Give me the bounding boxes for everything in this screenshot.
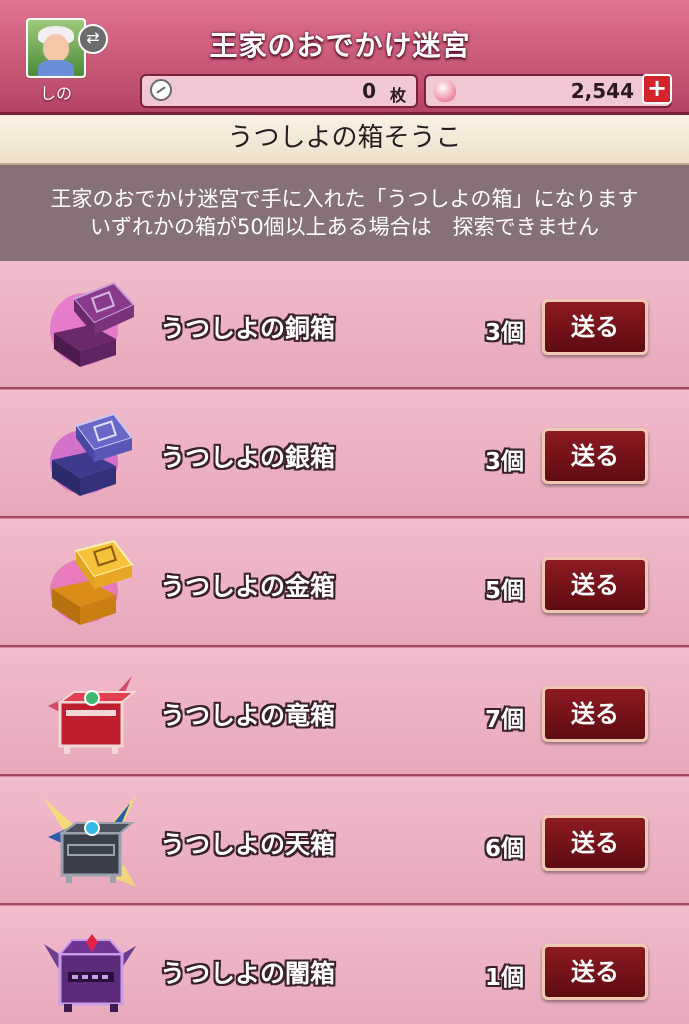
screen-title: 王家のおでかけ迷宮 xyxy=(209,29,471,62)
player-name: しの xyxy=(40,84,73,103)
list-item: うつしよの天箱 6個 送る xyxy=(0,777,689,905)
medal-counter: 0 枚 xyxy=(140,74,418,108)
list-item: うつしよの金箱 5個 送る xyxy=(0,519,689,647)
avatar-body xyxy=(38,60,74,76)
gem-value: 2,544 xyxy=(570,79,634,103)
copper-box-icon xyxy=(50,281,136,367)
send-button[interactable]: 送る xyxy=(542,815,648,871)
gold-box-icon xyxy=(50,539,134,625)
send-button[interactable]: 送る xyxy=(542,428,648,484)
avatar-face xyxy=(43,34,69,62)
list-item: うつしよの銀箱 3個 送る xyxy=(0,390,689,518)
item-count: 6個 xyxy=(484,836,524,862)
avatar-container[interactable] xyxy=(26,18,86,78)
dragon-box-icon xyxy=(48,676,136,754)
box-list: うつしよの銅箱 3個 送る うつしよの銀箱 3個 送る うつしよの金箱 5個 送… xyxy=(0,261,689,1024)
item-count: 5個 xyxy=(484,578,524,604)
swap-icon[interactable]: ⇄ xyxy=(78,24,108,54)
medal-value: 0 xyxy=(362,79,376,103)
silver-box-icon xyxy=(50,412,134,496)
top-bar: ⇄ しの 王家のおでかけ迷宮 0 枚 2,544 + xyxy=(0,0,689,115)
item-count: 3個 xyxy=(484,320,524,346)
screen: ⇄ しの 王家のおでかけ迷宮 0 枚 2,544 + うつしよの箱そうこ 王家の… xyxy=(0,0,689,1024)
send-button[interactable]: 送る xyxy=(542,557,648,613)
item-count: 1個 xyxy=(484,965,524,991)
section-title: うつしよの箱そうこ xyxy=(0,115,689,165)
medal-icon xyxy=(150,79,172,101)
add-gems-button[interactable]: + xyxy=(642,74,672,104)
list-item: うつしよの銅箱 3個 送る xyxy=(0,261,689,389)
item-name: うつしよの銀箱 xyxy=(160,443,336,472)
send-button[interactable]: 送る xyxy=(542,686,648,742)
item-count: 3個 xyxy=(484,449,524,475)
list-item: うつしよの闇箱 1個 送る xyxy=(0,906,689,1024)
avatar[interactable] xyxy=(26,18,86,78)
info-line-2: いずれかの箱が50個以上ある場合は 探索できません xyxy=(89,215,600,239)
medal-unit: 枚 xyxy=(389,86,406,105)
heaven-box-icon xyxy=(44,795,136,887)
dark-box-icon xyxy=(44,934,136,1012)
list-item: うつしよの竜箱 7個 送る xyxy=(0,648,689,776)
item-name: うつしよの金箱 xyxy=(160,572,336,601)
item-name: うつしよの銅箱 xyxy=(160,314,336,343)
item-count: 7個 xyxy=(484,707,524,733)
info-panel: 王家のおでかけ迷宮で手に入れた「うつしよの箱」になります いずれかの箱が50個以… xyxy=(0,165,689,261)
item-name: うつしよの竜箱 xyxy=(160,701,336,730)
item-name: うつしよの闇箱 xyxy=(160,959,336,988)
item-name: うつしよの天箱 xyxy=(160,830,336,859)
send-button[interactable]: 送る xyxy=(542,944,648,1000)
gem-counter: 2,544 + xyxy=(424,74,672,108)
info-line-1: 王家のおでかけ迷宮で手に入れた「うつしよの箱」になります xyxy=(50,187,639,211)
gem-icon xyxy=(434,80,456,102)
send-button[interactable]: 送る xyxy=(542,299,648,355)
